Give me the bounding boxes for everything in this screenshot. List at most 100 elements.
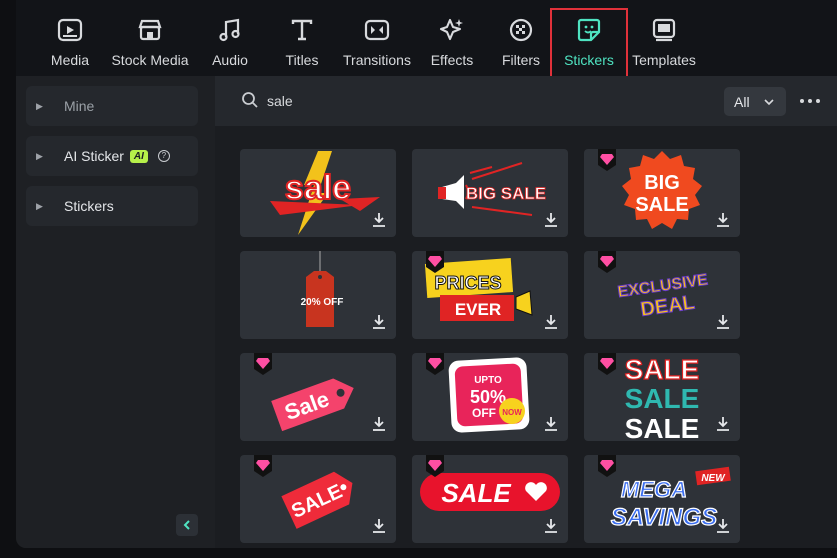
premium-diamond-icon (426, 251, 444, 273)
tool-audio[interactable]: Audio (208, 8, 252, 74)
category-sidebar: ▶ Mine ▶ AI Sticker AI ? ▶ Stickers (16, 76, 215, 548)
tool-effects[interactable]: Effects (428, 8, 476, 74)
sticker-card[interactable]: SALE (412, 455, 568, 543)
premium-diamond-icon (426, 455, 444, 477)
premium-diamond-icon (598, 353, 616, 375)
selection-highlight (550, 8, 628, 78)
tool-stock-media[interactable]: Stock Media (110, 8, 190, 74)
premium-diamond-icon (426, 353, 444, 375)
ai-badge: AI (129, 149, 148, 163)
svg-text:50%: 50% (470, 387, 506, 407)
sticker-card[interactable]: BIG SALE (412, 149, 568, 237)
search-bar: sale All (215, 76, 837, 126)
premium-diamond-icon (598, 455, 616, 477)
svg-text:BIG: BIG (644, 172, 680, 194)
svg-text:MEGA: MEGA (621, 477, 687, 502)
download-icon[interactable] (714, 415, 732, 433)
sparkle-icon (438, 16, 466, 44)
tool-label: Stock Media (111, 52, 189, 68)
tool-filters[interactable]: Filters (500, 8, 542, 74)
filter-dropdown[interactable]: All (724, 87, 786, 116)
sticker-card[interactable]: sale (240, 149, 396, 237)
download-icon[interactable] (370, 415, 388, 433)
template-icon (650, 16, 678, 44)
download-icon[interactable] (714, 313, 732, 331)
tool-stickers[interactable]: Stickers (550, 8, 628, 78)
premium-diamond-icon (598, 149, 616, 171)
tool-label: Media (50, 52, 90, 68)
download-icon[interactable] (370, 517, 388, 535)
download-icon[interactable] (370, 211, 388, 229)
sticker-card[interactable]: NEW MEGA SAVINGS (584, 455, 740, 543)
tool-label: Filters (501, 52, 541, 68)
sticker-card[interactable]: BIG SALE (584, 149, 740, 237)
premium-diamond-icon (598, 251, 616, 273)
filter-icon (507, 16, 535, 44)
text-t-icon (288, 16, 316, 44)
caret-right-icon: ▶ (36, 100, 43, 111)
sticker-card[interactable]: Sale (240, 353, 396, 441)
download-icon[interactable] (542, 211, 560, 229)
sidebar-item-label: Stickers (64, 198, 114, 214)
caret-right-icon: ▶ (36, 200, 43, 211)
tool-label: Templates (632, 52, 696, 68)
premium-diamond-icon (254, 353, 272, 375)
svg-text:OFF: OFF (472, 406, 496, 420)
music-note-icon (216, 16, 244, 44)
caret-right-icon: ▶ (36, 150, 43, 161)
stock-media-icon (136, 16, 164, 44)
download-icon[interactable] (714, 211, 732, 229)
tool-media[interactable]: Media (50, 8, 90, 74)
sidebar-item-mine[interactable]: ▶ Mine (26, 86, 198, 126)
chevron-left-icon (183, 520, 190, 530)
svg-text:NEW: NEW (701, 473, 726, 484)
filter-value: All (734, 93, 750, 110)
sticker-text: sale (285, 169, 351, 207)
tool-label: Transitions (343, 52, 411, 68)
sticker-grid: sale BIG SALE BIG SALE 20% OFF PRICES EV… (215, 126, 837, 548)
sticker-text: BIG SALE (466, 184, 546, 203)
svg-text:SALE: SALE (625, 354, 700, 385)
download-icon[interactable] (714, 517, 732, 535)
svg-text:SALE: SALE (625, 383, 700, 414)
search-icon (242, 92, 258, 108)
sticker-card[interactable]: UPTO 50% OFF NOW (412, 353, 568, 441)
top-toolbar: Media Stock Media Audio Titles Transitio… (16, 0, 837, 78)
svg-text:NOW: NOW (502, 408, 522, 417)
sticker-card[interactable]: PRICES EVER (412, 251, 568, 339)
svg-text:SALE: SALE (635, 194, 688, 216)
download-icon[interactable] (370, 313, 388, 331)
sticker-card[interactable]: SALE (240, 455, 396, 543)
svg-text:PRICES: PRICES (434, 273, 501, 293)
sidebar-item-stickers[interactable]: ▶ Stickers (26, 186, 198, 226)
more-options-icon[interactable] (798, 89, 822, 113)
tool-transitions[interactable]: Transitions (340, 8, 414, 74)
tool-label: Titles (285, 52, 319, 68)
help-icon[interactable]: ? (157, 150, 170, 162)
download-icon[interactable] (542, 415, 560, 433)
download-icon[interactable] (542, 517, 560, 535)
tool-label: Audio (212, 52, 248, 68)
app-window: Media Stock Media Audio Titles Transitio… (16, 0, 837, 548)
tool-templates[interactable]: Templates (630, 8, 698, 74)
sticker-text: 20% OFF (301, 297, 344, 308)
sidebar-item-ai-sticker[interactable]: ▶ AI Sticker AI ? (26, 136, 198, 176)
sticker-card[interactable]: SALE SALE SALE (584, 353, 740, 441)
sidebar-item-label: AI Sticker (64, 148, 124, 164)
tool-label: Effects (430, 52, 474, 68)
media-icon (56, 16, 84, 44)
svg-text:UPTO: UPTO (474, 375, 502, 386)
sidebar-item-label: Mine (64, 98, 95, 114)
collapse-sidebar-button[interactable] (176, 514, 198, 536)
transition-icon (363, 16, 391, 44)
tool-titles[interactable]: Titles (282, 8, 322, 74)
sticker-card[interactable]: 20% OFF (240, 251, 396, 339)
chevron-down-icon (763, 98, 774, 105)
svg-text:SALE: SALE (625, 413, 700, 441)
search-input[interactable]: sale (267, 93, 293, 109)
sticker-text: SALE (441, 478, 511, 508)
sticker-card[interactable]: EXCLUSIVE DEAL (584, 251, 740, 339)
download-icon[interactable] (542, 313, 560, 331)
svg-text:SAVINGS: SAVINGS (611, 504, 717, 531)
premium-diamond-icon (254, 455, 272, 477)
